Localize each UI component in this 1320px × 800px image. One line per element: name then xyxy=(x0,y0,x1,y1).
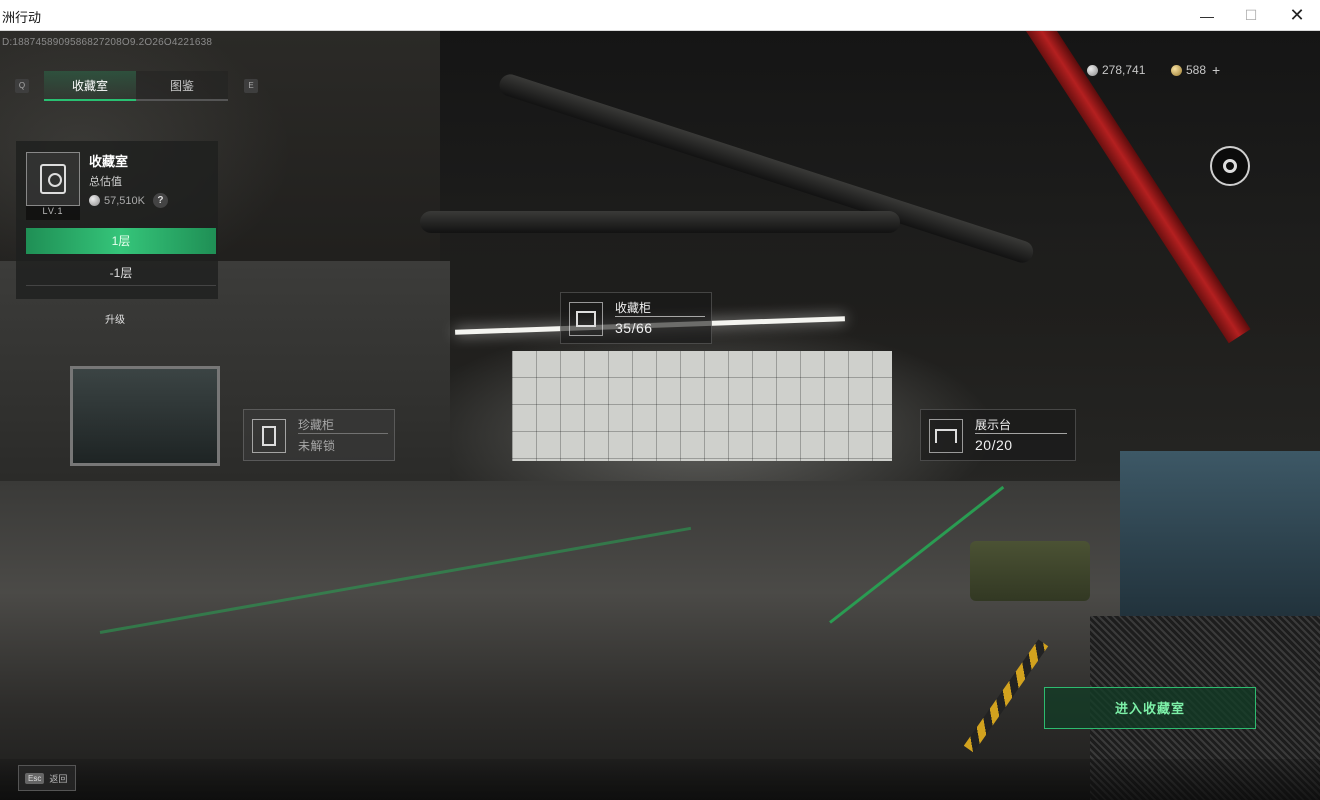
tab-codex[interactable]: 图鉴 xyxy=(136,71,228,101)
poi-display-stand[interactable]: 展示台 20/20 xyxy=(920,409,1076,461)
disc-center xyxy=(1223,159,1237,173)
poi-label: 展示台 xyxy=(975,418,1012,432)
session-id: D:1887458909586827208O9.2O26O4221638 xyxy=(2,37,213,48)
esc-key: Esc xyxy=(25,772,45,784)
help-icon[interactable]: ? xyxy=(152,193,168,208)
gold-amount: 588 xyxy=(1186,63,1207,77)
silver-amount: 278,741 xyxy=(1102,63,1146,77)
tab-collection-room[interactable]: 收藏室 xyxy=(44,71,136,101)
ceiling-pipe xyxy=(420,211,900,233)
poi-label: 收藏柜 xyxy=(615,301,652,315)
maximize-button[interactable]: ☐ xyxy=(1228,0,1274,31)
window-title: 洲行动 xyxy=(2,10,42,25)
collection-room-icon xyxy=(26,152,80,206)
room-value-label: 总估值 xyxy=(89,176,122,188)
add-currency-button[interactable]: + xyxy=(1212,62,1220,78)
poi-display-cabinet[interactable]: 收藏柜 35/66 xyxy=(560,292,712,344)
poi-value: 未解锁 xyxy=(298,439,336,453)
silver-coin-icon xyxy=(89,195,100,206)
window-titlebar: 洲行动 — ☐ ✕ xyxy=(0,0,1320,31)
cabinet-icon xyxy=(569,302,603,336)
room-level: LV.1 xyxy=(26,206,80,220)
floor-button-1[interactable]: 1层 xyxy=(26,228,216,254)
weapon-crate xyxy=(970,541,1090,601)
room-value-amount: 57,510K xyxy=(104,194,145,207)
poi-label: 珍藏柜 xyxy=(298,418,335,432)
room-name: 收藏室 xyxy=(89,154,129,169)
cabinet-wall xyxy=(512,351,892,461)
poi-treasure-cabinet[interactable]: 珍藏柜 未解锁 xyxy=(243,409,395,461)
poi-value: 20/20 xyxy=(975,437,1013,453)
disc-icon[interactable] xyxy=(1210,146,1250,186)
floor-button-b1[interactable]: -1层 xyxy=(26,260,216,286)
poi-value: 35/66 xyxy=(615,320,653,336)
silver-currency: 278,741 xyxy=(1087,62,1145,78)
silver-coin-icon xyxy=(1087,64,1098,76)
back-label: 返回 xyxy=(49,773,68,784)
top-tabs: 收藏室 图鉴 xyxy=(44,71,230,101)
safe-icon xyxy=(252,419,286,453)
tab-key-left: Q xyxy=(15,79,29,93)
gold-currency: 588 + xyxy=(1171,62,1220,78)
bottom-bar xyxy=(0,759,1320,800)
back-button[interactable]: Esc 返回 xyxy=(18,765,76,791)
stand-icon xyxy=(929,419,963,453)
close-button[interactable]: ✕ xyxy=(1274,0,1320,31)
upgrade-label[interactable]: 升级 xyxy=(105,311,125,326)
tab-key-right: E xyxy=(244,79,258,93)
minimize-button[interactable]: — xyxy=(1184,0,1230,31)
glass-window xyxy=(70,366,220,466)
room-value: 57,510K ? xyxy=(89,193,168,208)
enter-collection-room-button[interactable]: 进入收藏室 xyxy=(1044,687,1256,729)
gold-coin-icon xyxy=(1171,64,1182,76)
equipment-stack xyxy=(1120,451,1320,631)
game-scene: D:1887458909586827208O9.2O26O4221638 Q 收… xyxy=(0,31,1320,800)
room-info-panel: LV.1 收藏室 总估值 57,510K ? 1层 -1层 xyxy=(16,141,218,299)
